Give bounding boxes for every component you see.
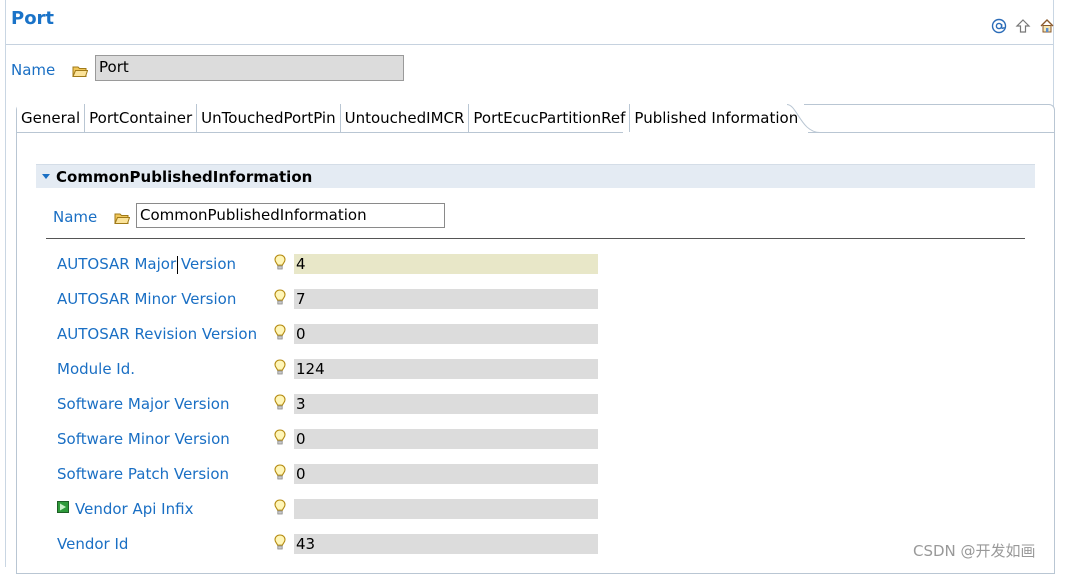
lightbulb-icon[interactable] [274, 429, 286, 447]
software-minor-version-field[interactable]: 0 [294, 429, 598, 449]
lightbulb-icon[interactable] [274, 289, 286, 307]
lightbulb-icon[interactable] [274, 464, 286, 482]
autosar-major-version-label: AUTOSAR Major Version [57, 255, 237, 273]
editor-title: Port [11, 8, 55, 29]
software-major-version-label: Software Major Version [57, 395, 230, 413]
folder-icon[interactable] [72, 64, 88, 78]
editor-toolbar [990, 17, 1056, 35]
autosar-revision-version-field[interactable]: 0 [294, 324, 598, 344]
module-id-label: Module Id. [57, 360, 136, 378]
autosar-major-version-field[interactable]: 4 [294, 254, 598, 274]
enable-toggle-icon[interactable] [57, 501, 69, 513]
active-tab-gap [623, 132, 808, 133]
lightbulb-icon[interactable] [274, 534, 286, 552]
at-icon[interactable] [990, 17, 1008, 35]
autosar-revision-version-label: AUTOSAR Revision Version [57, 325, 258, 343]
name-field[interactable]: Port [95, 55, 404, 81]
section-divider [46, 238, 1025, 239]
section-name-field[interactable]: CommonPublishedInformation [136, 203, 445, 228]
lightbulb-icon[interactable] [274, 499, 286, 517]
vendor-id-field[interactable]: 43 [294, 534, 598, 554]
lightbulb-icon[interactable] [274, 254, 286, 272]
autosar-minor-version-label: AUTOSAR Minor Version [57, 290, 237, 308]
watermark: CSDN @开发如画 [913, 542, 1036, 560]
section-title: CommonPublishedInformation [56, 168, 313, 186]
lightbulb-icon[interactable] [274, 359, 286, 377]
software-major-version-field[interactable]: 3 [294, 394, 598, 414]
collapse-arrow-icon[interactable] [42, 174, 50, 179]
tab-strip: General PortContainer UnTouchedPortPin U… [17, 104, 805, 132]
section-header[interactable]: CommonPublishedInformation [36, 164, 1035, 188]
active-tab-curve [787, 104, 821, 133]
section-name-label: Name [53, 208, 98, 226]
module-id-field[interactable]: 124 [294, 359, 598, 379]
tab-general[interactable]: General [17, 104, 86, 132]
software-patch-version-field[interactable]: 0 [294, 464, 598, 484]
software-minor-version-label: Software Minor Version [57, 430, 230, 448]
arrow-up-icon[interactable] [1014, 17, 1032, 35]
vendor-api-infix-field[interactable] [294, 499, 598, 519]
vendor-api-infix-label: Vendor Api Infix [75, 500, 194, 518]
software-patch-version-label: Software Patch Version [57, 465, 230, 483]
title-divider [6, 44, 1053, 45]
home-icon[interactable] [1038, 17, 1056, 35]
tab-untouchedimcr[interactable]: UntouchedIMCR [340, 104, 470, 132]
tab-published-information[interactable]: Published Information [630, 104, 805, 132]
tab-portecucpartitionref[interactable]: PortEcucPartitionRef [469, 104, 631, 132]
text-caret [177, 256, 178, 274]
vendor-id-label: Vendor Id [57, 535, 129, 553]
lightbulb-icon[interactable] [274, 394, 286, 412]
autosar-minor-version-field[interactable]: 7 [294, 289, 598, 309]
folder-icon[interactable] [114, 211, 130, 225]
lightbulb-icon[interactable] [274, 324, 286, 342]
name-label: Name [11, 61, 56, 79]
tab-strip-divider [17, 132, 1054, 133]
tab-portcontainer[interactable]: PortContainer [85, 104, 198, 132]
editor-frame-left [5, 0, 6, 567]
tab-untouchedportpin[interactable]: UnTouchedPortPin [197, 104, 341, 132]
